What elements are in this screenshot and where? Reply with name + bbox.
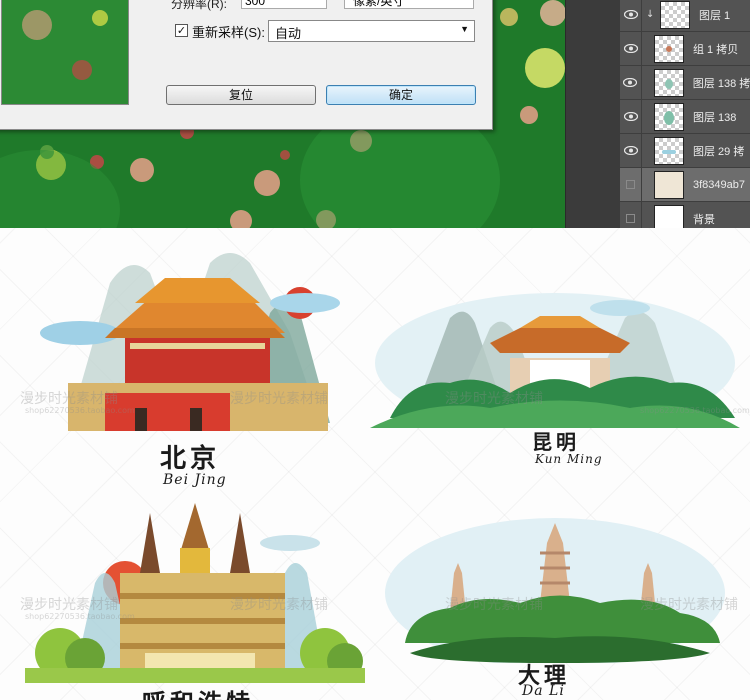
beijing-name: 北京 <box>160 444 221 474</box>
layer-thumbnail <box>654 102 684 131</box>
layer-row[interactable]: 图层 138 <box>620 99 750 134</box>
ok-button[interactable]: 确定 <box>326 85 476 105</box>
kunming-illustration <box>370 293 740 428</box>
watermark-text: 漫步时光素材铺 <box>445 391 543 407</box>
empty-box-icon <box>626 180 635 189</box>
watermark-url: shop62270536.taobao.com <box>25 406 135 415</box>
eye-icon[interactable] <box>620 65 642 100</box>
resample-checkbox[interactable]: ✓ <box>175 24 188 37</box>
layer-thumbnail <box>654 136 684 165</box>
image-size-dialog: 分辨率(R): 300 像素/英寸 ✓ 重新采样(S): 自动 ▼ 复位 确定 <box>0 0 493 130</box>
chevron-down-icon: ▼ <box>460 24 469 34</box>
illustration-preview: 北京 Bei Jing 昆明 Kun Ming 大理 Da Li 漫步时光素材铺… <box>0 228 750 700</box>
panel-divider <box>565 0 620 228</box>
reset-button[interactable]: 复位 <box>166 85 316 105</box>
canvas-bokeh <box>540 0 565 26</box>
visibility-toggle[interactable] <box>620 167 642 202</box>
watermark-text: 漫步时光素材铺 <box>230 597 328 613</box>
canvas-bokeh <box>130 158 154 182</box>
kunming-name: 昆明 <box>532 430 580 454</box>
layer-name: 组 1 拷贝 <box>693 43 739 56</box>
layer-thumbnail <box>654 170 684 199</box>
canvas-bokeh <box>520 106 538 124</box>
resolution-unit-select[interactable]: 像素/英寸 <box>344 0 474 9</box>
eye-icon[interactable] <box>620 31 642 66</box>
layer-row[interactable]: ↓ 图层 1 <box>620 0 750 32</box>
dali-pinyin: Da Li <box>522 683 565 699</box>
canvas-bokeh <box>525 48 565 88</box>
layer-thumbnail <box>654 34 684 63</box>
empty-box-icon <box>626 214 635 223</box>
watermark-text: 漫步时光素材铺 <box>20 597 118 613</box>
layer-row[interactable]: 图层 29 拷 <box>620 133 750 168</box>
beijing-pinyin: Bei Jing <box>163 472 227 488</box>
resolution-label: 分辨率(R): <box>171 0 227 11</box>
kunming-pinyin: Kun Ming <box>535 452 603 466</box>
layer-thumbnail <box>653 68 684 97</box>
layer-name: 背景 <box>693 213 715 226</box>
canvas-bokeh <box>280 150 290 160</box>
layer-name: 图层 138 拷 <box>692 77 750 90</box>
eye-icon[interactable] <box>620 0 642 32</box>
document-canvas[interactable]: 分辨率(R): 300 像素/英寸 ✓ 重新采样(S): 自动 ▼ 复位 确定 <box>0 0 565 228</box>
dialog-preview <box>1 0 129 105</box>
layer-name: 图层 1 <box>699 9 731 22</box>
layers-panel: ↓ 图层 1 组 1 拷贝 图层 138 拷 图层 138 图层 29 拷 3f… <box>620 0 750 236</box>
resample-value: 自动 <box>275 26 302 41</box>
canvas-bokeh <box>230 210 252 228</box>
layer-row[interactable]: 组 1 拷贝 <box>620 31 750 66</box>
canvas-bokeh <box>254 170 280 196</box>
watermark-text: 漫步时光素材铺 <box>20 391 118 407</box>
hohhot-name: 呼和浩特 <box>142 683 254 700</box>
clip-arrow-icon: ↓ <box>646 9 655 20</box>
canvas-bokeh <box>500 8 518 26</box>
dali-illustration <box>385 518 725 663</box>
layer-name: 图层 138 <box>693 111 737 124</box>
watermark-text: 漫步时光素材铺 <box>230 391 328 407</box>
layer-thumbnail <box>660 0 690 29</box>
watermark-url: shop62270536.taobao.com <box>25 612 135 621</box>
resolution-field[interactable]: 300 <box>241 0 327 9</box>
screenshot-root: 分辨率(R): 300 像素/英寸 ✓ 重新采样(S): 自动 ▼ 复位 确定 … <box>0 0 750 700</box>
watermark-text: 漫步时光素材铺 <box>445 597 543 613</box>
hohhot-illustration <box>25 503 365 683</box>
eye-icon[interactable] <box>620 133 642 168</box>
layer-name: 3f8349ab7 <box>693 178 745 191</box>
eye-icon[interactable] <box>620 99 642 134</box>
layer-row-selected[interactable]: 3f8349ab7 <box>620 167 750 202</box>
watermark-url: shop62270536.taobao.com <box>640 406 750 415</box>
layer-row[interactable]: 图层 138 拷 <box>620 65 750 100</box>
watermark-text: 漫步时光素材铺 <box>640 597 738 613</box>
layer-name: 图层 29 拷 <box>693 145 745 158</box>
resample-label: 重新采样(S): <box>192 25 265 40</box>
resample-select[interactable]: 自动 ▼ <box>268 20 475 42</box>
